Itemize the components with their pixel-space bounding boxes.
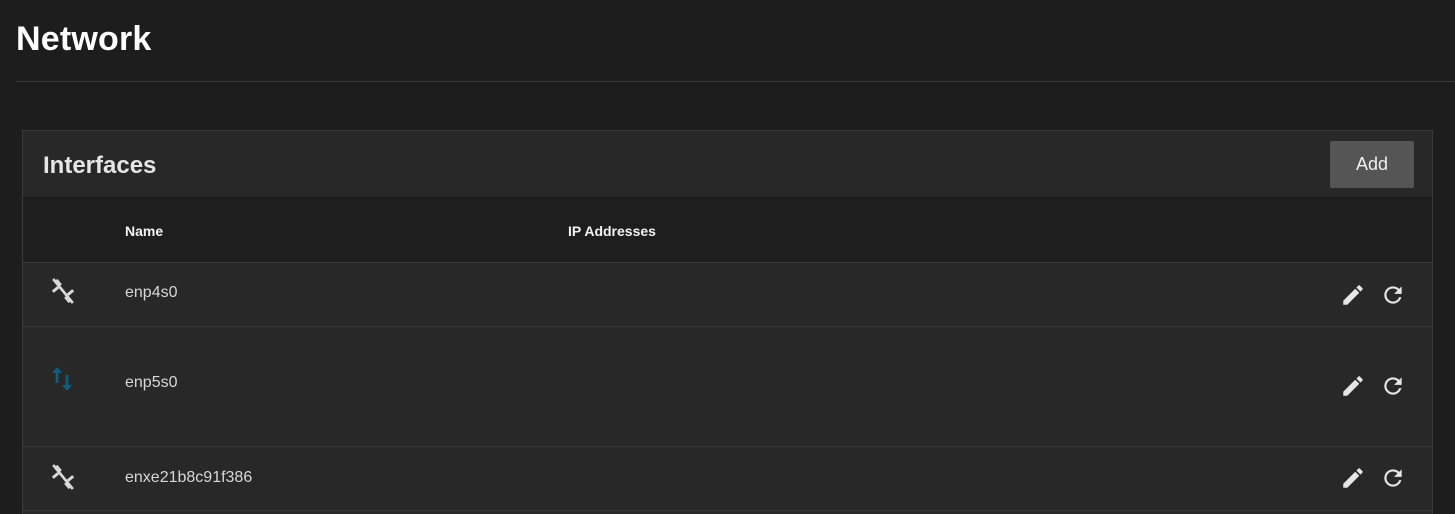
pencil-icon[interactable]: [1340, 465, 1366, 491]
interfaces-table-header: Name IP Addresses: [23, 199, 1432, 263]
interface-name: enp5s0: [125, 374, 178, 391]
column-header-name: Name: [125, 223, 164, 239]
interface-name: enp4s0: [125, 284, 178, 301]
pencil-icon[interactable]: [1340, 282, 1366, 308]
refresh-icon[interactable]: [1380, 465, 1406, 491]
column-header-ip-addresses: IP Addresses: [568, 223, 656, 239]
interfaces-card: Interfaces Add Name IP Addresses enp4s0: [22, 130, 1433, 514]
table-row[interactable]: enp4s0: [23, 263, 1432, 327]
swap-vertical-icon: [52, 367, 72, 391]
link-off-icon: [51, 278, 75, 304]
refresh-icon[interactable]: [1380, 282, 1406, 308]
table-row[interactable]: enp5s0: [23, 327, 1432, 447]
interface-name: enxe21b8c91f386: [125, 469, 253, 486]
page-title: Network: [16, 20, 152, 58]
table-row[interactable]: enxe21b8c91f386: [23, 447, 1432, 511]
pencil-icon[interactable]: [1340, 373, 1366, 399]
interfaces-card-header: Interfaces Add: [23, 131, 1432, 199]
interfaces-title: Interfaces: [43, 152, 157, 179]
refresh-icon[interactable]: [1380, 373, 1406, 399]
add-interface-button[interactable]: Add: [1330, 141, 1414, 188]
page-header: Network: [16, 0, 1455, 82]
link-off-icon: [51, 464, 75, 490]
